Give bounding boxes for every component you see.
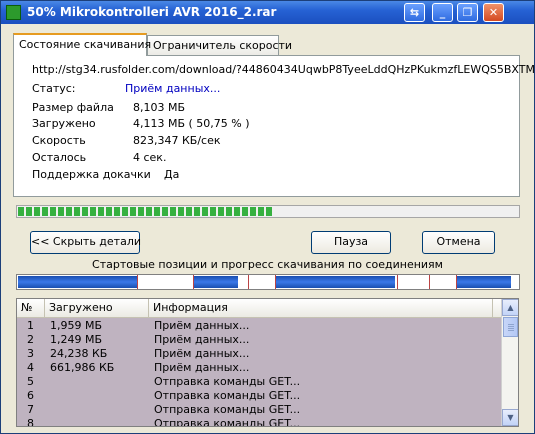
details-panel: http://stg34.rusfolder.com/download/?448… bbox=[13, 55, 535, 197]
row-loaded: 24,238 КБ bbox=[50, 347, 108, 360]
title-bar[interactable]: 50% Mikrokontrolleri AVR 2016_2.rar ⇆ _ … bbox=[1, 1, 534, 24]
row-info: Отправка команды GET... bbox=[154, 417, 301, 427]
connection-segment bbox=[275, 276, 395, 288]
scroll-thumb[interactable] bbox=[503, 317, 518, 337]
connection-start-marker bbox=[193, 275, 194, 289]
list-item[interactable]: 4 661,986 КБ Приём данных... bbox=[17, 361, 501, 375]
list-item[interactable]: 3 24,238 КБ Приём данных... bbox=[17, 347, 501, 361]
minimize-icon[interactable]: _ bbox=[432, 3, 453, 22]
row-number: 4 bbox=[27, 361, 34, 374]
remaining-label: Осталось bbox=[32, 151, 87, 164]
connection-start-marker bbox=[137, 275, 138, 289]
row-info: Отправка команды GET... bbox=[154, 375, 301, 388]
row-number: 2 bbox=[27, 333, 34, 346]
connection-start-marker bbox=[275, 275, 276, 289]
column-header-number[interactable]: № bbox=[17, 299, 45, 317]
downloaded-value: 4,113 МБ ( 50,75 % ) bbox=[133, 117, 250, 130]
scroll-down-icon[interactable]: ▼ bbox=[502, 409, 518, 426]
row-info: Отправка команды GET... bbox=[154, 403, 301, 416]
download-progress-bar bbox=[16, 205, 520, 218]
row-number: 6 bbox=[27, 389, 34, 402]
row-number: 5 bbox=[27, 375, 34, 388]
download-window: 50% Mikrokontrolleri AVR 2016_2.rar ⇆ _ … bbox=[0, 0, 535, 434]
file-size-value: 8,103 МБ bbox=[133, 101, 186, 114]
row-info: Приём данных... bbox=[154, 333, 250, 346]
resume-support-label: Поддержка докачки bbox=[32, 168, 151, 181]
speed-value: 823,347 КБ/сек bbox=[133, 134, 221, 147]
connection-start-marker bbox=[429, 275, 430, 289]
tab-speed-limiter[interactable]: Ограничитель скорости bbox=[147, 35, 292, 55]
row-info: Отправка команды GET... bbox=[154, 389, 301, 402]
list-item[interactable]: 2 1,249 МБ Приём данных... bbox=[17, 333, 501, 347]
column-header-info[interactable]: Информация bbox=[149, 299, 493, 317]
connection-segment bbox=[456, 276, 511, 288]
row-loaded: 1,959 МБ bbox=[50, 319, 103, 332]
row-info: Приём данных... bbox=[154, 319, 250, 332]
resume-support-value: Да bbox=[164, 168, 180, 181]
row-loaded: 1,249 МБ bbox=[50, 333, 103, 346]
window-title: 50% Mikrokontrolleri AVR 2016_2.rar bbox=[27, 5, 277, 19]
file-size-label: Размер файла bbox=[32, 101, 114, 114]
row-number: 1 bbox=[27, 319, 34, 332]
column-header-loaded[interactable]: Загружено bbox=[45, 299, 149, 317]
list-item[interactable]: 8 Отправка команды GET... bbox=[17, 417, 501, 427]
row-info: Приём данных... bbox=[154, 347, 250, 360]
cancel-button[interactable]: Отмена bbox=[422, 231, 495, 254]
connections-caption: Стартовые позиции и прогресс скачивания … bbox=[92, 258, 443, 271]
list-item[interactable]: 7 Отправка команды GET... bbox=[17, 403, 501, 417]
restore-icon[interactable]: ❐ bbox=[457, 3, 478, 22]
list-item[interactable]: 5 Отправка команды GET... bbox=[17, 375, 501, 389]
downloaded-label: Загружено bbox=[32, 117, 96, 130]
connection-start-marker bbox=[248, 275, 249, 289]
connections-list[interactable]: № Загружено Информация 1 1,959 МБ Приём да… bbox=[16, 298, 519, 427]
row-loaded: 661,986 КБ bbox=[50, 361, 115, 374]
scroll-up-icon[interactable]: ▲ bbox=[502, 299, 518, 316]
status-value: Приём данных... bbox=[125, 82, 221, 95]
list-item[interactable]: 6 Отправка команды GET... bbox=[17, 389, 501, 403]
pause-button[interactable]: Пауза bbox=[311, 231, 391, 254]
row-number: 3 bbox=[27, 347, 34, 360]
list-item[interactable]: 1 1,959 МБ Приём данных... bbox=[17, 319, 501, 333]
connection-segment bbox=[18, 276, 137, 288]
tray-icon[interactable]: ⇆ bbox=[404, 3, 425, 22]
download-progress-fill bbox=[18, 207, 272, 216]
remaining-value: 4 сек. bbox=[133, 151, 167, 164]
connection-start-marker bbox=[456, 275, 457, 289]
row-number: 7 bbox=[27, 403, 34, 416]
download-url: http://stg34.rusfolder.com/download/?448… bbox=[32, 63, 535, 76]
connections-progress-bar bbox=[16, 274, 520, 290]
tab-download-status[interactable]: Состояние скачивания bbox=[13, 33, 151, 56]
row-number: 8 bbox=[27, 417, 34, 427]
list-header: № Загружено Информация bbox=[17, 299, 501, 318]
list-scrollbar[interactable]: ▲ ▼ bbox=[501, 299, 518, 426]
row-info: Приём данных... bbox=[154, 361, 250, 374]
status-label: Статус: bbox=[32, 82, 76, 95]
close-icon[interactable]: ✕ bbox=[483, 3, 504, 22]
speed-label: Скорость bbox=[32, 134, 86, 147]
connection-start-marker bbox=[397, 275, 398, 289]
connection-segment bbox=[193, 276, 238, 288]
hide-details-button[interactable]: << Скрыть детали bbox=[30, 231, 141, 254]
app-icon bbox=[6, 5, 21, 20]
